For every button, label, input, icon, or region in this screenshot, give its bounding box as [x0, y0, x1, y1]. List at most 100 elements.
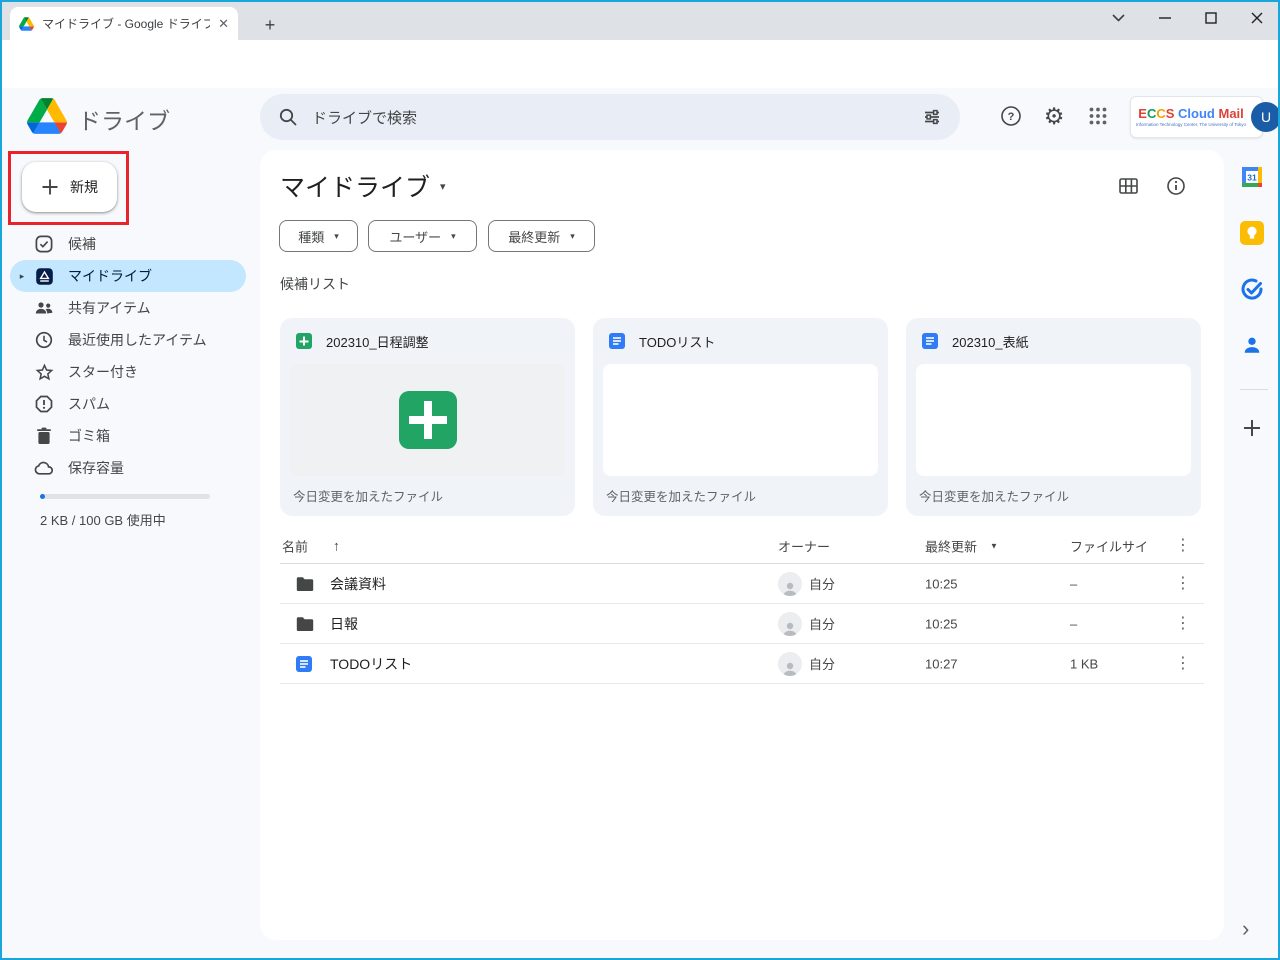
sidebar-item-label: 最近使用したアイテム: [68, 330, 207, 350]
settings-gear-icon[interactable]: ⚙: [1041, 103, 1067, 129]
sidebar-item-storage[interactable]: 保存容量: [10, 452, 246, 484]
owner-avatar-icon: [778, 612, 802, 636]
get-add-ons-plus-icon[interactable]: [1240, 416, 1264, 440]
chip-label: 最終更新: [508, 227, 560, 246]
sidebar-item-shared[interactable]: 共有アイテム: [10, 292, 246, 324]
filter-chip-user[interactable]: ユーザー ▾: [368, 220, 477, 252]
suggestion-card-spreadsheet[interactable]: 202310_日程調整 今日変更を加えたファイル: [280, 318, 575, 516]
table-row[interactable]: 会議資料 自分 10:25 – ⋮: [280, 564, 1204, 604]
sidebar-item-label: スター付き: [68, 362, 138, 382]
row-menu-icon[interactable]: ⋮: [1175, 576, 1191, 592]
sidebar-item-label: 保存容量: [68, 458, 124, 478]
sidebar-item-label: スパム: [68, 394, 110, 414]
suggestion-card-todo[interactable]: TODOリスト 今日変更を加えたファイル: [593, 318, 888, 516]
sort-ascending-icon: ↑: [333, 538, 340, 554]
sheets-file-icon: [296, 333, 312, 349]
filter-chip-type[interactable]: 種類 ▾: [279, 220, 358, 252]
filter-chip-modified[interactable]: 最終更新 ▾: [488, 220, 595, 252]
column-name-sort[interactable]: 名前 ↑: [282, 536, 340, 555]
sidebar-item-label: 共有アイテム: [68, 298, 151, 318]
content-area: マイドライブ ▾ 種類 ▾ ユーザー ▾ 最終更新 ▾ 候補リスト 202310…: [260, 150, 1224, 940]
window-minimize-button[interactable]: [1142, 0, 1188, 36]
suggestion-card-cover[interactable]: 202310_表紙 今日変更を加えたファイル: [906, 318, 1201, 516]
info-icon[interactable]: [1164, 174, 1188, 198]
suggestions-section-label: 候補リスト: [280, 274, 350, 294]
chip-label: 種類: [298, 227, 324, 246]
sidebar-item-starred[interactable]: スター付き: [10, 356, 246, 388]
caret-down-icon: ▾: [451, 231, 456, 242]
sidebar-item-label: ゴミ箱: [68, 426, 110, 446]
sidebar-item-my-drive[interactable]: ▸ マイドライブ: [10, 260, 246, 292]
sidebar-item-label: マイドライブ: [68, 266, 152, 286]
file-size: –: [1070, 576, 1077, 591]
window-close-button[interactable]: [1234, 0, 1280, 36]
file-name: 会議資料: [330, 574, 386, 594]
eccs-subtext: Information Technology Center, The Unive…: [1136, 122, 1246, 127]
sidebar-item-suggestions[interactable]: 候補: [10, 228, 246, 260]
sidebar-item-spam[interactable]: スパム: [10, 388, 246, 420]
card-reason-text: 今日変更を加えたファイル: [293, 486, 443, 505]
column-owner[interactable]: オーナー: [778, 536, 830, 555]
search-options-tune-icon[interactable]: [922, 107, 942, 127]
card-reason-text: 今日変更を加えたファイル: [919, 486, 1069, 505]
window-maximize-button[interactable]: [1188, 0, 1234, 36]
tasks-app-icon[interactable]: [1240, 277, 1264, 301]
new-tab-button[interactable]: +: [258, 13, 282, 37]
clock-icon: [34, 330, 54, 350]
keep-app-icon[interactable]: [1240, 221, 1264, 245]
browser-tab[interactable]: マイドライブ - Google ドライブ ✕: [10, 7, 238, 40]
caret-down-icon: ▾: [334, 231, 339, 242]
file-table: 名前 ↑ オーナー 最終更新 ▼ ファイルサイ ⋮ 会議資料: [280, 528, 1204, 684]
card-file-name: 202310_日程調整: [326, 332, 429, 351]
spam-alert-icon: [34, 394, 54, 414]
people-icon: [34, 298, 54, 318]
card-reason-text: 今日変更を加えたファイル: [606, 486, 756, 505]
owner-cell: 自分: [778, 572, 835, 596]
contacts-app-icon[interactable]: [1240, 333, 1264, 357]
calendar-app-icon[interactable]: 31: [1240, 165, 1264, 189]
table-row[interactable]: 日報 自分 10:25 – ⋮: [280, 604, 1204, 644]
row-menu-icon[interactable]: ⋮: [1175, 656, 1191, 672]
owner-name: 自分: [809, 574, 835, 593]
row-menu-icon[interactable]: ⋮: [1175, 616, 1191, 632]
column-size[interactable]: ファイルサイ: [1070, 536, 1148, 555]
docs-file-icon: [609, 333, 625, 349]
apps-grid-icon[interactable]: [1085, 103, 1111, 129]
chip-label: ユーザー: [389, 227, 441, 246]
drive-app: ドライブ ドライブで検索 ? ⚙ ECCS Cloud: [0, 88, 1280, 960]
card-file-name: TODOリスト: [639, 332, 715, 351]
search-bar[interactable]: ドライブで検索: [260, 94, 960, 140]
star-icon: [34, 362, 54, 382]
search-icon: [278, 107, 298, 127]
page-title-dropdown[interactable]: マイドライブ ▾: [280, 168, 446, 204]
expand-arrow-icon[interactable]: ▸: [10, 271, 34, 282]
account-badge[interactable]: ECCS Cloud Mail Information Technology C…: [1130, 96, 1263, 138]
file-size: –: [1070, 616, 1077, 631]
tab-close-icon[interactable]: ✕: [218, 17, 229, 30]
file-name: 日報: [330, 614, 358, 634]
docs-file-icon: [296, 656, 312, 672]
sidebar-item-label: 候補: [68, 234, 96, 254]
tab-search-chevron-icon[interactable]: [1095, 0, 1141, 36]
table-header-row: 名前 ↑ オーナー 最終更新 ▼ ファイルサイ ⋮: [280, 528, 1204, 564]
drive-logo: [27, 98, 67, 134]
storage-progress-bar: [40, 494, 210, 499]
search-input[interactable]: ドライブで検索: [312, 107, 908, 128]
column-options-icon[interactable]: ⋮: [1175, 538, 1191, 554]
sidebar-item-trash[interactable]: ゴミ箱: [10, 420, 246, 452]
help-icon[interactable]: ?: [998, 103, 1024, 129]
card-preview: [603, 364, 878, 476]
column-modified-sort[interactable]: 最終更新 ▼: [925, 536, 998, 555]
account-avatar[interactable]: U: [1251, 102, 1280, 132]
grid-view-toggle-icon[interactable]: [1116, 174, 1140, 198]
check-square-icon: [34, 234, 54, 254]
rail-divider: [1240, 389, 1268, 390]
owner-avatar-icon: [778, 572, 802, 596]
file-name: TODOリスト: [330, 654, 412, 674]
table-row[interactable]: TODOリスト 自分 10:27 1 KB ⋮: [280, 644, 1204, 684]
owner-cell: 自分: [778, 612, 835, 636]
annotation-red-box: [8, 151, 129, 225]
drive-favicon: [19, 17, 34, 31]
sidebar-item-recent[interactable]: 最近使用したアイテム: [10, 324, 246, 356]
hide-side-panel-chevron-icon[interactable]: ›: [1242, 918, 1249, 940]
